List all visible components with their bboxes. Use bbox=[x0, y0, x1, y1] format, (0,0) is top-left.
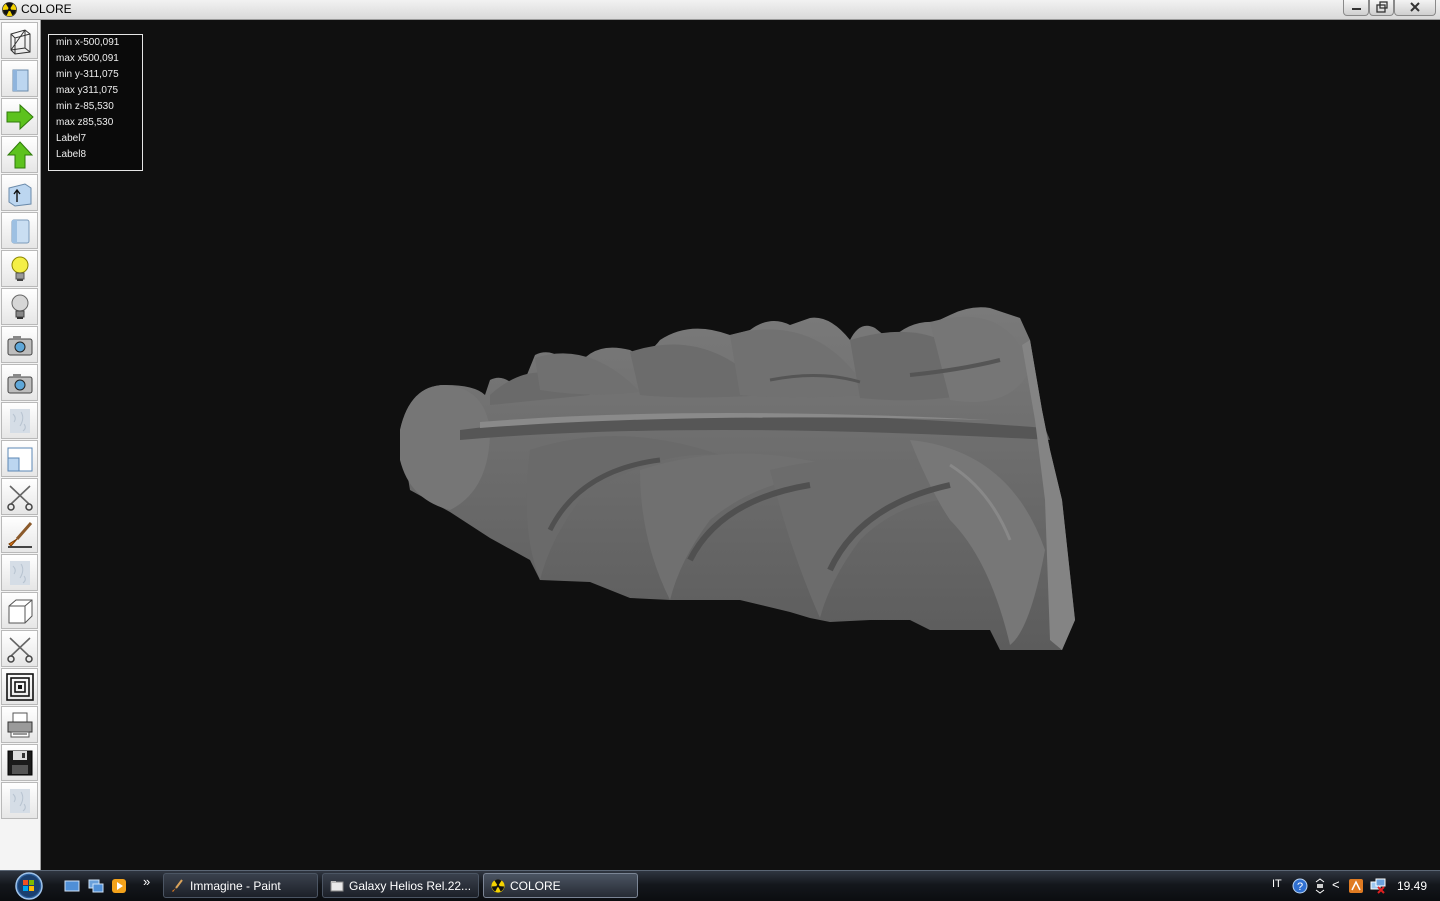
bounds-info-panel: min x-500,091 max x500,091 min y-311,075… bbox=[48, 34, 143, 171]
clock[interactable]: 19.49 bbox=[1397, 879, 1427, 893]
start-button[interactable] bbox=[9, 872, 49, 900]
camera-button[interactable] bbox=[1, 326, 38, 363]
taskbar: » Immagine - Paint Galaxy Helios Rel.22.… bbox=[0, 870, 1440, 901]
label7: Label7 bbox=[56, 133, 87, 144]
app-tray-icon[interactable] bbox=[1348, 878, 1364, 894]
min-y-label: min y-311,075 bbox=[56, 69, 119, 80]
contour-button[interactable] bbox=[1, 668, 38, 705]
max-y-label: max y311,075 bbox=[56, 85, 119, 96]
cube-icon bbox=[8, 599, 33, 624]
brush-icon bbox=[8, 522, 33, 548]
save-button[interactable] bbox=[1, 744, 38, 781]
toolbar bbox=[0, 20, 41, 870]
label8: Label8 bbox=[56, 149, 87, 160]
paint-button[interactable] bbox=[1, 516, 38, 553]
svg-text:?: ? bbox=[1297, 881, 1303, 893]
extrude-button[interactable] bbox=[1, 174, 38, 211]
acanthus-leaf-model[interactable] bbox=[390, 300, 1090, 660]
texture-2-button[interactable] bbox=[1, 554, 38, 591]
taskbar-item-colore[interactable]: COLORE bbox=[483, 873, 638, 898]
arrow-right-icon bbox=[6, 103, 34, 131]
taskbar-item-label: COLORE bbox=[510, 879, 561, 893]
concentric-squares-icon bbox=[6, 673, 34, 701]
wireframe-button[interactable] bbox=[1, 22, 38, 59]
show-hidden-icons-arrow[interactable]: < bbox=[1332, 877, 1340, 893]
wireframe-box-icon bbox=[10, 29, 31, 55]
light-off-icon bbox=[11, 294, 29, 319]
camera-2-button[interactable] bbox=[1, 364, 38, 401]
restore-button[interactable] bbox=[1369, 0, 1394, 16]
printer-icon bbox=[7, 712, 33, 738]
texture-2-icon bbox=[10, 561, 30, 585]
camera-2-icon bbox=[7, 374, 33, 394]
help-icon[interactable]: ? bbox=[1292, 878, 1308, 894]
cylinder-button[interactable] bbox=[1, 212, 38, 249]
move-right-button[interactable] bbox=[1, 98, 38, 135]
shaded-box-icon bbox=[12, 69, 29, 92]
resize-window-icon bbox=[7, 447, 33, 472]
light-on-button[interactable] bbox=[1, 250, 38, 287]
save-icon bbox=[7, 750, 33, 776]
cube-button[interactable] bbox=[1, 592, 38, 629]
folder-icon bbox=[330, 881, 344, 892]
minimize-button[interactable] bbox=[1343, 0, 1369, 16]
cylinder-icon bbox=[11, 219, 30, 244]
media-player-icon[interactable] bbox=[111, 879, 127, 893]
cut-2-button[interactable] bbox=[1, 630, 38, 667]
camera-icon bbox=[7, 336, 33, 356]
shaded-button[interactable] bbox=[1, 60, 38, 97]
close-button[interactable] bbox=[1394, 0, 1436, 16]
resize-button[interactable] bbox=[1, 440, 38, 477]
texture-button[interactable] bbox=[1, 402, 38, 439]
taskbar-item-label: Immagine - Paint bbox=[190, 879, 281, 893]
scissors-2-icon bbox=[7, 637, 33, 663]
max-x-label: max x500,091 bbox=[56, 53, 119, 64]
close-icon bbox=[1410, 2, 1420, 12]
radiation-icon bbox=[491, 879, 505, 893]
texture-3-icon bbox=[10, 789, 30, 813]
tray-arrows-icon[interactable] bbox=[1314, 878, 1326, 894]
network-icon[interactable] bbox=[1370, 878, 1386, 894]
switch-windows-icon[interactable] bbox=[88, 879, 104, 893]
show-desktop-icon[interactable] bbox=[64, 879, 80, 893]
move-up-button[interactable] bbox=[1, 136, 38, 173]
texture-icon bbox=[10, 409, 30, 433]
taskbar-item-label: Galaxy Helios Rel.22... bbox=[349, 879, 472, 893]
taskbar-item-galaxy-helios[interactable]: Galaxy Helios Rel.22... bbox=[322, 873, 479, 898]
title-bar[interactable]: COLORE bbox=[0, 0, 1440, 20]
paint-icon bbox=[172, 879, 183, 892]
min-z-label: min z-85,530 bbox=[56, 101, 114, 112]
radiation-icon bbox=[2, 2, 17, 17]
box-arrow-icon bbox=[8, 183, 32, 207]
quicklaunch-overflow[interactable]: » bbox=[143, 874, 150, 889]
texture-3-button[interactable] bbox=[1, 782, 38, 819]
minimize-icon bbox=[1352, 8, 1361, 10]
restore-icon bbox=[1376, 1, 1388, 13]
cut-button[interactable] bbox=[1, 478, 38, 515]
window-title: COLORE bbox=[21, 2, 72, 16]
system-tray: IT ? < 19.49 bbox=[1260, 871, 1440, 901]
print-button[interactable] bbox=[1, 706, 38, 743]
taskbar-item-paint[interactable]: Immagine - Paint bbox=[163, 873, 318, 898]
scissors-icon bbox=[7, 485, 33, 511]
max-z-label: max z85,530 bbox=[56, 117, 114, 128]
light-off-button[interactable] bbox=[1, 288, 38, 325]
arrow-up-icon bbox=[6, 141, 34, 169]
language-indicator[interactable]: IT bbox=[1272, 878, 1282, 894]
light-on-icon bbox=[11, 256, 29, 281]
min-x-label: min x-500,091 bbox=[56, 37, 120, 48]
